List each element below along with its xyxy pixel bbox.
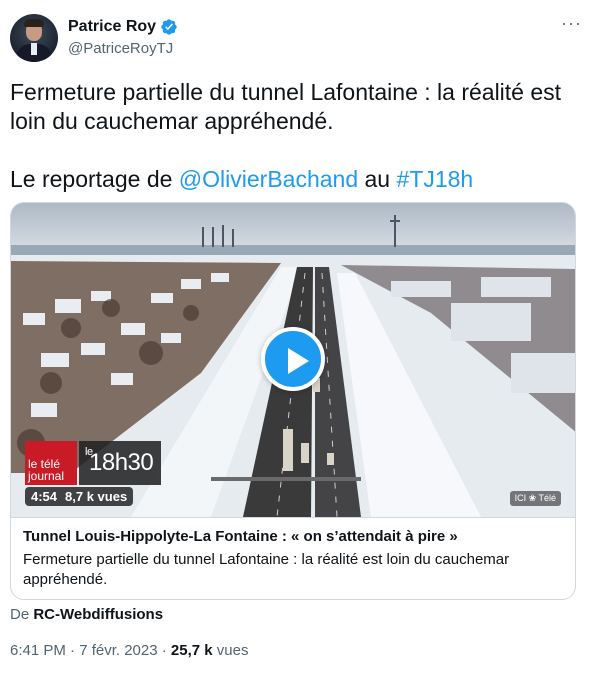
video-card[interactable]: le télé journal le 18h30 4:54 8,7 k vues… xyxy=(10,202,576,600)
tweet-timestamp[interactable]: 6:41 PM · 7 févr. 2023 · xyxy=(10,642,171,659)
tweet-line-1: Fermeture partielle du tunnel Lafontaine… xyxy=(10,79,562,134)
source-name[interactable]: RC-Webdiffusions xyxy=(33,606,163,623)
tweet-line-2: Le reportage de @OlivierBachand au #TJ18… xyxy=(10,165,590,194)
tweet-middle: au xyxy=(358,166,397,192)
video-views: 8,7 k vues xyxy=(65,489,128,504)
ici-tele-watermark: ICI ❀ Télé xyxy=(509,491,561,506)
card-info[interactable]: Tunnel Louis-Hippolyte-La Fontaine : « o… xyxy=(11,517,575,599)
tele-journal-logo: le télé journal xyxy=(25,441,77,485)
author-name[interactable]: Patrice Roy xyxy=(68,18,156,36)
18h30-logo-text: 18h30 xyxy=(89,449,154,476)
avatar[interactable] xyxy=(10,14,58,62)
author-row: Patrice Roy xyxy=(68,18,178,36)
play-button[interactable] xyxy=(261,327,325,391)
18h30-logo-prefix: le xyxy=(85,446,93,458)
verified-badge-icon xyxy=(161,19,177,35)
play-icon xyxy=(288,348,309,374)
tweet: Patrice Roy @PatriceRoyTJ ··· Fermeture … xyxy=(0,0,600,678)
tweet-prefix: Le reportage de xyxy=(10,166,179,192)
mention-link[interactable]: @OlivierBachand xyxy=(179,166,358,192)
hashtag-link[interactable]: #TJ18h xyxy=(397,166,474,192)
18h30-logo: le 18h30 xyxy=(79,441,161,485)
author-handle[interactable]: @PatriceRoyTJ xyxy=(68,40,173,57)
view-count: 25,7 k xyxy=(170,642,213,659)
card-title[interactable]: Tunnel Louis-Hippolyte-La Fontaine : « o… xyxy=(23,528,565,545)
tweet-meta: 6:41 PM · 7 févr. 2023 · 25,7 k vues xyxy=(10,642,249,659)
card-description: Fermeture partielle du tunnel Lafontaine… xyxy=(23,551,510,588)
source-prefix: De xyxy=(10,606,34,623)
video-duration: 4:54 xyxy=(31,489,58,504)
view-label: vues xyxy=(212,642,249,659)
video-thumbnail[interactable]: le télé journal le 18h30 4:54 8,7 k vues… xyxy=(11,203,575,517)
more-options-icon[interactable]: ··· xyxy=(561,14,582,32)
video-duration-badge: 4:54 8,7 k vues xyxy=(25,487,134,506)
video-source: De RC-Webdiffusions xyxy=(10,606,163,623)
